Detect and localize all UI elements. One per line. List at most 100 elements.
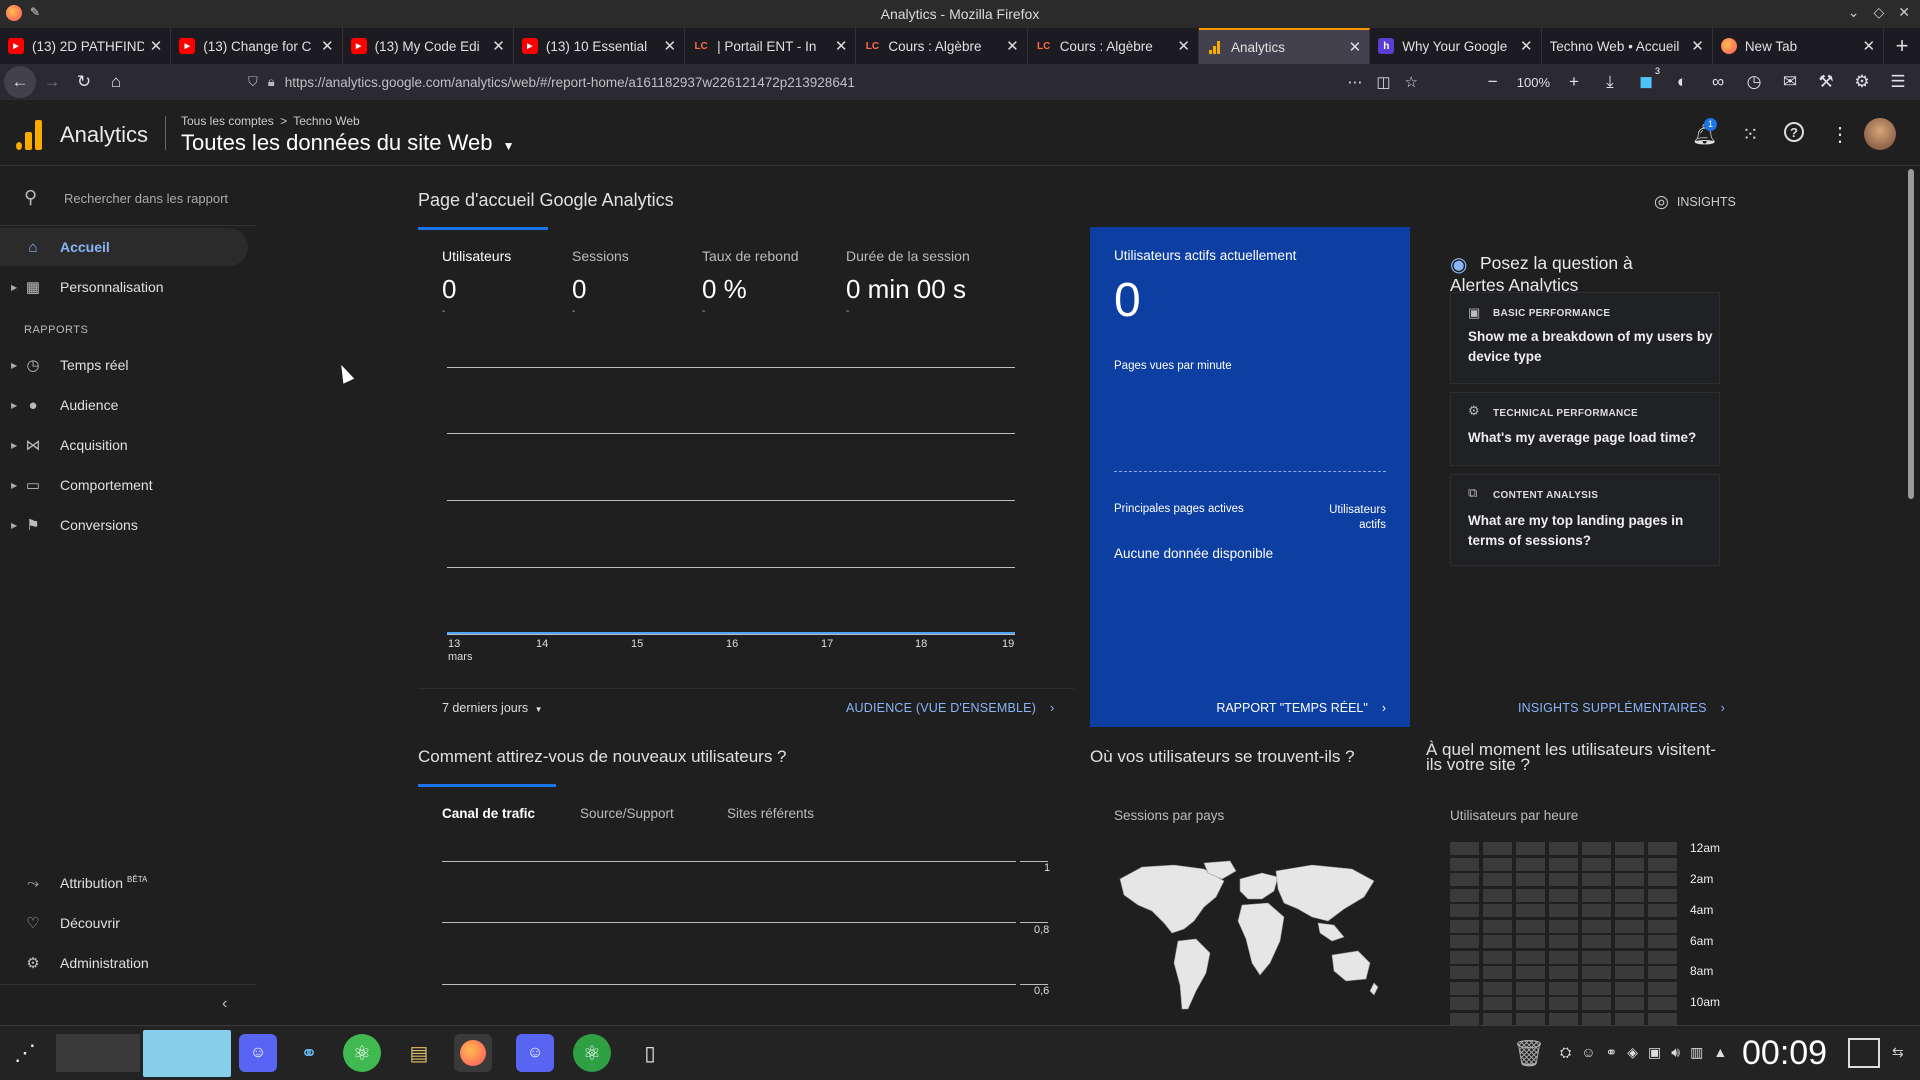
search-input[interactable]: Rechercher dans les rapport <box>64 191 228 206</box>
discord-tray-icon[interactable]: ☺ <box>1581 1044 1595 1061</box>
atom-icon[interactable]: ⚛ <box>343 1034 381 1072</box>
property-name[interactable]: Toutes les données du site Web <box>181 130 492 155</box>
tab-10[interactable]: New Tab ✕ <box>1713 28 1885 64</box>
pocket-icon[interactable]: ◫ <box>1376 73 1390 91</box>
steam-icon[interactable]: ⚭ <box>290 1034 328 1072</box>
workspace-2[interactable] <box>143 1030 231 1077</box>
chevron-right-icon[interactable]: › <box>1721 701 1725 715</box>
chevron-right-icon[interactable]: › <box>1382 701 1386 715</box>
new-tab-button[interactable]: + <box>1884 28 1920 64</box>
tab-5[interactable]: LC Cours : Algèbre ✕ <box>856 28 1028 64</box>
tab-1[interactable]: ▶ (13) Change for C ✕ <box>171 28 343 64</box>
url-bar[interactable]: ⛉ 🔒︎ https://analytics.google.com/analyt… <box>248 67 1418 97</box>
close-icon[interactable]: ✕ <box>1177 37 1190 55</box>
close-icon[interactable]: ✕ <box>1349 38 1362 56</box>
tab-referrals[interactable]: Sites référents <box>727 806 814 821</box>
realtime-report-link[interactable]: RAPPORT "TEMPS RÉEL" › <box>1216 701 1386 715</box>
forward-button[interactable]: → <box>36 66 68 98</box>
more-insights-label[interactable]: INSIGHTS SUPPLÉMENTAIRES <box>1518 701 1707 715</box>
tab-6[interactable]: LC Cours : Algèbre ✕ <box>1028 28 1199 64</box>
clock[interactable]: 00:09 <box>1742 1034 1827 1073</box>
settings-icon[interactable]: ⚙ <box>1846 66 1878 98</box>
sidebar-item-customization[interactable]: ▶ ▦ Personnalisation <box>0 268 248 306</box>
lock-icon[interactable]: 🔒︎ <box>268 74 275 90</box>
steam-tray-icon[interactable]: ⚭ <box>1606 1044 1618 1061</box>
scrollbar-thumb[interactable] <box>1908 169 1914 499</box>
pin-icon[interactable]: ✎ <box>30 5 40 21</box>
tab-0[interactable]: ▶ (13) 2D PATHFIND ✕ <box>0 28 172 64</box>
atom-taskbar-icon[interactable]: ⚛ <box>573 1034 611 1072</box>
glasses-icon[interactable]: ∞ <box>1702 66 1734 98</box>
tray-expand-icon[interactable]: ▲ <box>1713 1044 1727 1061</box>
audience-link-label[interactable]: AUDIENCE (VUE D'ENSEMBLE) <box>846 701 1036 715</box>
close-icon[interactable]: ✕ <box>664 37 677 55</box>
analytics-logo-icon[interactable] <box>16 120 42 150</box>
app-launcher-icon[interactable]: ⋰ <box>6 1034 44 1072</box>
security-tray-icon[interactable]: ◈ <box>1627 1044 1638 1061</box>
mail-icon[interactable]: ✉ <box>1774 66 1806 98</box>
clipboard-icon[interactable]: ▥ <box>1690 1044 1703 1061</box>
bell-icon[interactable]: 🔔︎ 1 <box>1692 118 1717 147</box>
close-icon[interactable]: ✕ <box>321 37 334 55</box>
zoom-in-button[interactable]: + <box>1558 66 1590 98</box>
sidebar-item-admin[interactable]: ⚙ Administration <box>0 944 248 982</box>
menu-icon[interactable]: ☰ <box>1882 66 1914 98</box>
pdf-viewer-icon[interactable]: ▯ <box>631 1034 669 1072</box>
app-name[interactable]: Analytics <box>60 122 148 148</box>
breadcrumb-account[interactable]: Techno Web <box>293 114 360 128</box>
extension-icon[interactable]: ◼ 3 <box>1630 66 1662 98</box>
download-icon[interactable]: ⤓ <box>1594 66 1626 98</box>
tab-4[interactable]: LC | Portail ENT - In ✕ <box>685 28 857 64</box>
page-scrollbar[interactable] <box>1906 167 1916 1025</box>
more-icon[interactable]: ⋯ <box>1347 73 1362 91</box>
insights-button[interactable]: ◎ INSIGHTS <box>1654 192 1736 212</box>
help-icon[interactable]: ? <box>1784 122 1804 142</box>
apps-grid-icon[interactable]: ⁙ <box>1742 122 1759 147</box>
reload-button[interactable]: ↻ <box>68 66 100 98</box>
sidebar-item-behavior[interactable]: ▶ ▭ Comportement <box>0 466 248 504</box>
breadcrumb-root[interactable]: Tous les comptes <box>181 114 274 128</box>
trash-icon[interactable]: 🗑︎ <box>1510 1034 1548 1072</box>
date-range-dropdown[interactable]: 7 derniers jours ▼ <box>442 701 543 715</box>
tab-8[interactable]: h Why Your Google ✕ <box>1370 28 1542 64</box>
collapse-sidebar-button[interactable]: ‹ <box>222 995 227 1013</box>
volume-icon[interactable]: 🔊︎ <box>1671 1044 1680 1061</box>
bookmark-star-icon[interactable]: ☆ <box>1405 73 1418 91</box>
url-text[interactable]: https://analytics.google.com/analytics/w… <box>285 75 855 90</box>
close-icon[interactable]: ✕ <box>1520 37 1533 55</box>
history-icon[interactable]: ◷ <box>1738 66 1770 98</box>
close-icon[interactable]: ✕ <box>1691 37 1704 55</box>
minimize-icon[interactable]: ⌄ <box>1848 4 1860 21</box>
show-desktop-button[interactable] <box>1848 1038 1880 1068</box>
more-insights-link[interactable]: INSIGHTS SUPPLÉMENTAIRES › <box>1518 701 1725 715</box>
tab-7[interactable]: Analytics ✕ <box>1198 28 1371 64</box>
close-icon[interactable]: ✕ <box>1898 4 1910 21</box>
firefox-taskbar-icon[interactable] <box>454 1034 492 1072</box>
close-icon[interactable]: ✕ <box>835 37 848 55</box>
avatar[interactable] <box>1864 118 1896 150</box>
chevron-right-icon[interactable]: › <box>1050 701 1054 715</box>
tab-2[interactable]: ▶ (13) My Code Edi ✕ <box>343 28 514 64</box>
zoom-out-button[interactable]: − <box>1477 66 1509 98</box>
sidebar-item-home[interactable]: ⌂ Accueil <box>0 228 248 266</box>
tab-traffic-channel[interactable]: Canal de trafic <box>442 806 535 821</box>
close-icon[interactable]: ✕ <box>150 37 163 55</box>
discord-icon[interactable]: ☺ <box>239 1034 277 1072</box>
home-button[interactable]: ⌂ <box>100 66 132 98</box>
workspace-1[interactable] <box>56 1034 140 1072</box>
insight-card[interactable]: ⧉ CONTENT ANALYSIS What are my top landi… <box>1450 474 1720 566</box>
zoom-level[interactable]: 100% <box>1513 75 1554 90</box>
property-selector[interactable]: Toutes les données du site Web ▼ <box>181 130 514 156</box>
sidebar-item-audience[interactable]: ▶ ● Audience <box>0 386 248 424</box>
breadcrumb[interactable]: Tous les comptes > Techno Web <box>181 114 360 128</box>
back-button[interactable]: ← <box>4 66 36 98</box>
date-range-label[interactable]: 7 derniers jours <box>442 701 528 715</box>
maximize-icon[interactable]: ◇ <box>1873 4 1884 21</box>
caret-down-icon[interactable]: ▼ <box>503 139 515 153</box>
files-icon[interactable]: ▤ <box>400 1034 438 1072</box>
close-icon[interactable]: ✕ <box>1006 37 1019 55</box>
close-icon[interactable]: ✕ <box>492 37 505 55</box>
audience-overview-link[interactable]: AUDIENCE (VUE D'ENSEMBLE) › <box>846 701 1054 715</box>
mask-icon[interactable]: ◐ <box>1666 66 1698 98</box>
network-tray-icon[interactable]: ⛭ <box>1560 1044 1571 1061</box>
